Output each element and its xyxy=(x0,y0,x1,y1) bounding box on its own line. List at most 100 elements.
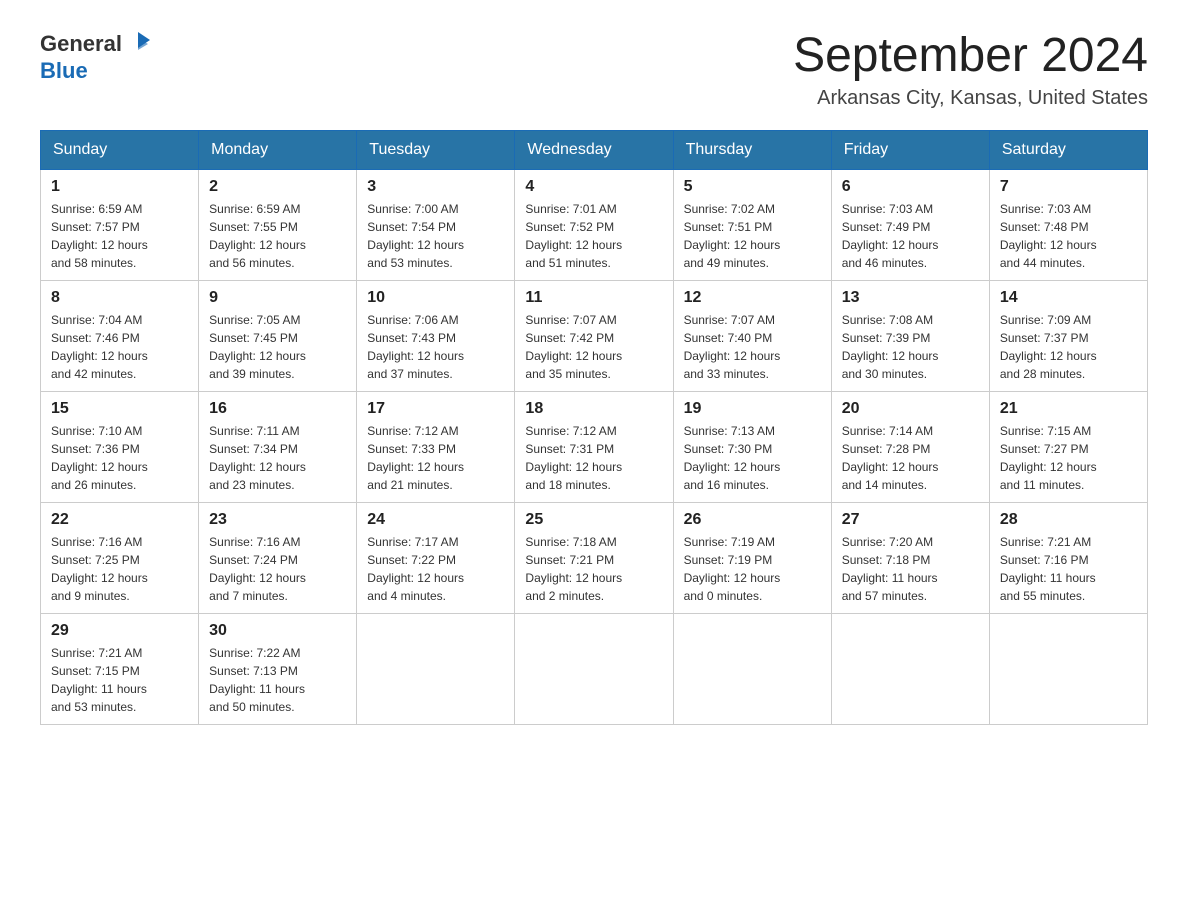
calendar-week-row: 22 Sunrise: 7:16 AMSunset: 7:25 PMDayligh… xyxy=(41,502,1148,613)
day-number: 27 xyxy=(842,511,979,529)
day-number: 5 xyxy=(684,178,821,196)
day-number: 28 xyxy=(1000,511,1137,529)
logo: General Blue xyxy=(40,30,152,84)
logo-flag-icon xyxy=(124,30,152,58)
day-number: 26 xyxy=(684,511,821,529)
title-section: September 2024 Arkansas City, Kansas, Un… xyxy=(793,30,1148,110)
day-info: Sunrise: 7:12 AMSunset: 7:33 PMDaylight:… xyxy=(367,422,504,494)
day-info: Sunrise: 7:21 AMSunset: 7:16 PMDaylight:… xyxy=(1000,533,1137,605)
day-info: Sunrise: 7:20 AMSunset: 7:18 PMDaylight:… xyxy=(842,533,979,605)
day-number: 3 xyxy=(367,178,504,196)
calendar-week-row: 1 Sunrise: 6:59 AMSunset: 7:57 PMDaylight… xyxy=(41,169,1148,280)
day-number: 29 xyxy=(51,622,188,640)
day-number: 24 xyxy=(367,511,504,529)
day-info: Sunrise: 7:22 AMSunset: 7:13 PMDaylight:… xyxy=(209,644,346,716)
day-number: 1 xyxy=(51,178,188,196)
calendar-cell xyxy=(515,613,673,724)
day-number: 12 xyxy=(684,289,821,307)
day-number: 4 xyxy=(525,178,662,196)
calendar-cell: 6Sunrise: 7:03 AMSunset: 7:49 PMDaylight… xyxy=(831,169,989,280)
day-info: Sunrise: 7:15 AMSunset: 7:27 PMDaylight:… xyxy=(1000,422,1137,494)
day-number: 16 xyxy=(209,400,346,418)
day-number: 19 xyxy=(684,400,821,418)
calendar-header-row: SundayMondayTuesdayWednesdayThursdayFrid… xyxy=(41,130,1148,169)
calendar-day-header: Wednesday xyxy=(515,130,673,169)
calendar-cell: 30 Sunrise: 7:22 AMSunset: 7:13 PMDayligh… xyxy=(199,613,357,724)
day-number: 11 xyxy=(525,289,662,307)
day-info: Sunrise: 6:59 AMSunset: 7:57 PMDaylight:… xyxy=(51,200,188,272)
calendar-cell: 25 Sunrise: 7:18 AMSunset: 7:21 PMDayligh… xyxy=(515,502,673,613)
day-number: 25 xyxy=(525,511,662,529)
calendar-day-header: Tuesday xyxy=(357,130,515,169)
logo-general-text: General xyxy=(40,31,122,57)
day-info: Sunrise: 7:18 AMSunset: 7:21 PMDaylight:… xyxy=(525,533,662,605)
day-number: 8 xyxy=(51,289,188,307)
day-number: 15 xyxy=(51,400,188,418)
day-number: 20 xyxy=(842,400,979,418)
location-subtitle: Arkansas City, Kansas, United States xyxy=(793,87,1148,110)
day-number: 30 xyxy=(209,622,346,640)
day-info: Sunrise: 7:06 AMSunset: 7:43 PMDaylight:… xyxy=(367,311,504,383)
calendar-cell: 7 Sunrise: 7:03 AMSunset: 7:48 PMDaylight… xyxy=(989,169,1147,280)
calendar-cell xyxy=(989,613,1147,724)
day-info: Sunrise: 7:02 AMSunset: 7:51 PMDaylight:… xyxy=(684,200,821,272)
day-info: Sunrise: 7:03 AMSunset: 7:49 PMDaylight:… xyxy=(842,200,979,272)
calendar-cell: 8 Sunrise: 7:04 AMSunset: 7:46 PMDaylight… xyxy=(41,280,199,391)
day-number: 10 xyxy=(367,289,504,307)
day-info: Sunrise: 7:12 AMSunset: 7:31 PMDaylight:… xyxy=(525,422,662,494)
calendar-day-header: Monday xyxy=(199,130,357,169)
day-info: Sunrise: 7:14 AMSunset: 7:28 PMDaylight:… xyxy=(842,422,979,494)
day-info: Sunrise: 7:17 AMSunset: 7:22 PMDaylight:… xyxy=(367,533,504,605)
calendar-cell xyxy=(357,613,515,724)
day-number: 2 xyxy=(209,178,346,196)
day-info: Sunrise: 7:21 AMSunset: 7:15 PMDaylight:… xyxy=(51,644,188,716)
calendar-cell: 13Sunrise: 7:08 AMSunset: 7:39 PMDayligh… xyxy=(831,280,989,391)
page-header: General Blue September 2024 Arkansas Cit… xyxy=(40,30,1148,110)
day-info: Sunrise: 6:59 AMSunset: 7:55 PMDaylight:… xyxy=(209,200,346,272)
calendar-week-row: 15 Sunrise: 7:10 AMSunset: 7:36 PMDayligh… xyxy=(41,391,1148,502)
logo-blue-text: Blue xyxy=(40,58,88,84)
day-info: Sunrise: 7:05 AMSunset: 7:45 PMDaylight:… xyxy=(209,311,346,383)
calendar-day-header: Sunday xyxy=(41,130,199,169)
calendar-cell xyxy=(831,613,989,724)
calendar-cell: 11 Sunrise: 7:07 AMSunset: 7:42 PMDayligh… xyxy=(515,280,673,391)
calendar-week-row: 8 Sunrise: 7:04 AMSunset: 7:46 PMDaylight… xyxy=(41,280,1148,391)
calendar-cell: 18 Sunrise: 7:12 AMSunset: 7:31 PMDayligh… xyxy=(515,391,673,502)
day-info: Sunrise: 7:07 AMSunset: 7:42 PMDaylight:… xyxy=(525,311,662,383)
day-number: 22 xyxy=(51,511,188,529)
calendar-cell: 22 Sunrise: 7:16 AMSunset: 7:25 PMDayligh… xyxy=(41,502,199,613)
day-number: 14 xyxy=(1000,289,1137,307)
calendar-cell: 26Sunrise: 7:19 AMSunset: 7:19 PMDayligh… xyxy=(673,502,831,613)
day-info: Sunrise: 7:13 AMSunset: 7:30 PMDaylight:… xyxy=(684,422,821,494)
day-number: 23 xyxy=(209,511,346,529)
day-info: Sunrise: 7:04 AMSunset: 7:46 PMDaylight:… xyxy=(51,311,188,383)
day-info: Sunrise: 7:16 AMSunset: 7:25 PMDaylight:… xyxy=(51,533,188,605)
calendar-cell: 12 Sunrise: 7:07 AMSunset: 7:40 PMDayligh… xyxy=(673,280,831,391)
calendar-day-header: Thursday xyxy=(673,130,831,169)
day-info: Sunrise: 7:09 AMSunset: 7:37 PMDaylight:… xyxy=(1000,311,1137,383)
calendar-cell: 16 Sunrise: 7:11 AMSunset: 7:34 PMDayligh… xyxy=(199,391,357,502)
day-info: Sunrise: 7:16 AMSunset: 7:24 PMDaylight:… xyxy=(209,533,346,605)
day-info: Sunrise: 7:11 AMSunset: 7:34 PMDaylight:… xyxy=(209,422,346,494)
day-number: 17 xyxy=(367,400,504,418)
calendar-cell: 27 Sunrise: 7:20 AMSunset: 7:18 PMDayligh… xyxy=(831,502,989,613)
calendar-day-header: Saturday xyxy=(989,130,1147,169)
calendar-cell: 23 Sunrise: 7:16 AMSunset: 7:24 PMDayligh… xyxy=(199,502,357,613)
day-number: 7 xyxy=(1000,178,1137,196)
day-info: Sunrise: 7:01 AMSunset: 7:52 PMDaylight:… xyxy=(525,200,662,272)
calendar-cell xyxy=(673,613,831,724)
day-info: Sunrise: 7:03 AMSunset: 7:48 PMDaylight:… xyxy=(1000,200,1137,272)
calendar-cell: 20 Sunrise: 7:14 AMSunset: 7:28 PMDayligh… xyxy=(831,391,989,502)
day-number: 18 xyxy=(525,400,662,418)
month-title: September 2024 xyxy=(793,30,1148,83)
calendar-cell: 4 Sunrise: 7:01 AMSunset: 7:52 PMDaylight… xyxy=(515,169,673,280)
calendar-cell: 14 Sunrise: 7:09 AMSunset: 7:37 PMDayligh… xyxy=(989,280,1147,391)
calendar-cell: 29 Sunrise: 7:21 AMSunset: 7:15 PMDayligh… xyxy=(41,613,199,724)
day-info: Sunrise: 7:10 AMSunset: 7:36 PMDaylight:… xyxy=(51,422,188,494)
calendar-cell: 1 Sunrise: 6:59 AMSunset: 7:57 PMDaylight… xyxy=(41,169,199,280)
calendar-week-row: 29 Sunrise: 7:21 AMSunset: 7:15 PMDayligh… xyxy=(41,613,1148,724)
day-info: Sunrise: 7:07 AMSunset: 7:40 PMDaylight:… xyxy=(684,311,821,383)
calendar-cell: 17 Sunrise: 7:12 AMSunset: 7:33 PMDayligh… xyxy=(357,391,515,502)
day-number: 13 xyxy=(842,289,979,307)
calendar-cell: 24 Sunrise: 7:17 AMSunset: 7:22 PMDayligh… xyxy=(357,502,515,613)
